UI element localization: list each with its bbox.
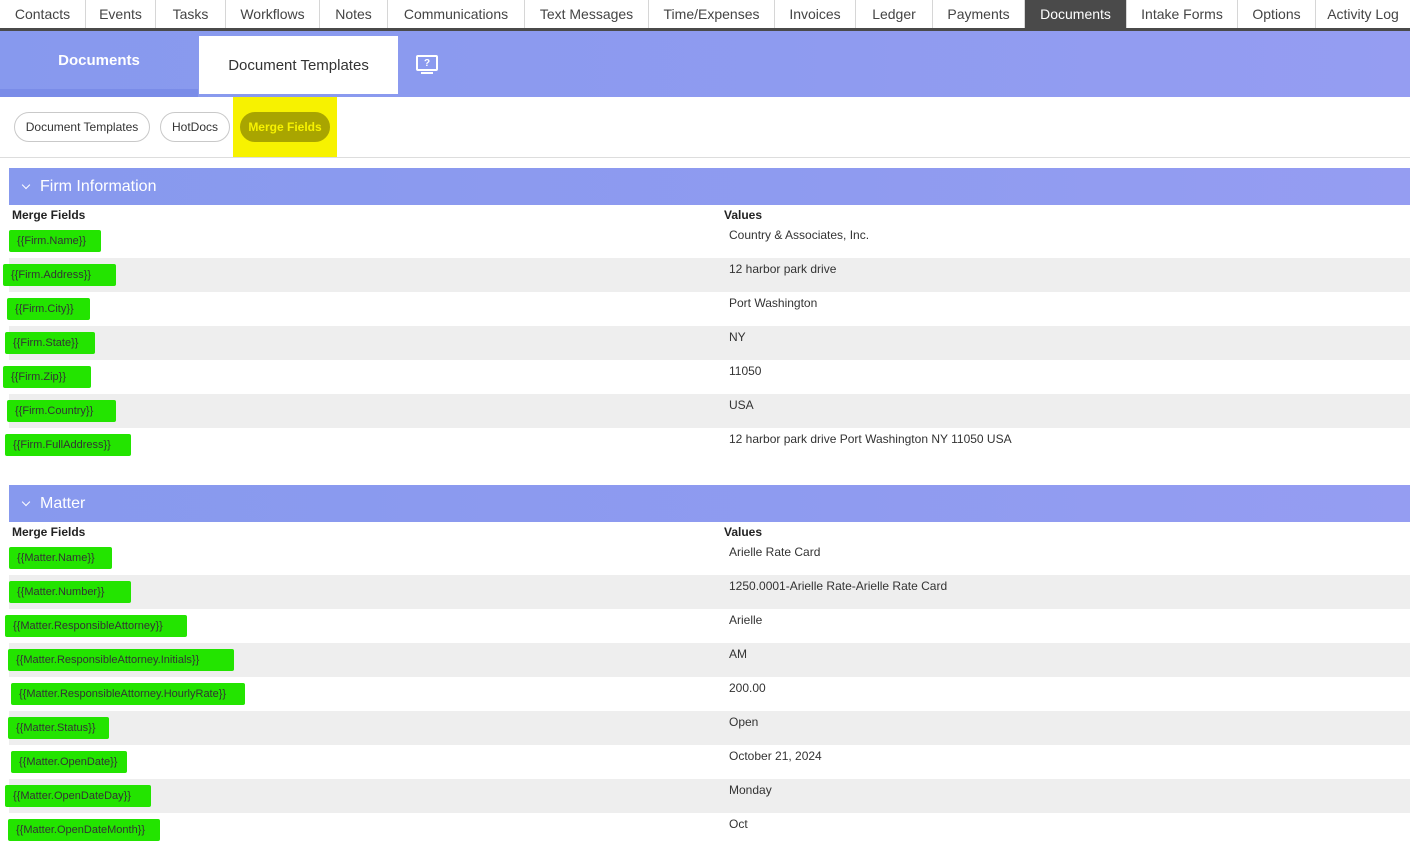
merge-fields-column-header: Merge Fields [12,525,86,539]
table-row: {{Matter.ResponsibleAttorney.HourlyRate}… [9,677,1410,711]
merge-field-value: Country & Associates, Inc. [729,228,870,242]
help-icon[interactable]: ? [416,55,438,74]
merge-field-token: {{Matter.ResponsibleAttorney}} [5,615,187,637]
merge-field-token: {{Firm.FullAddress}} [5,434,131,456]
tab-time-expenses[interactable]: Time/Expenses [649,0,775,28]
section-title: Firm Information [40,177,157,195]
table-row: {{Matter.OpenDateMonth}} Oct [8,813,1410,847]
merge-field-token: {{Firm.Zip}} [3,366,91,388]
merge-field-token: {{Matter.ResponsibleAttorney.HourlyRate}… [11,683,245,705]
tab-text-messages[interactable]: Text Messages [525,0,649,28]
merge-field-value: Oct [729,817,748,831]
merge-field-token: {{Matter.Number}} [9,581,131,603]
merge-field-value: AM [729,647,747,661]
table-row: {{Firm.Zip}} 11050 [3,360,1410,394]
chevron-down-icon [21,497,31,506]
values-column-header: Values [724,525,763,539]
merge-field-value: Monday [729,783,772,797]
merge-field-token: {{Matter.Name}} [9,547,112,569]
merge-field-token: {{Firm.Name}} [9,230,101,252]
merge-field-value: 200.00 [729,681,766,695]
tab-events[interactable]: Events [86,0,156,28]
merge-field-token: {{Firm.State}} [5,332,95,354]
tab-contacts[interactable]: Contacts [0,0,86,28]
tab-invoices[interactable]: Invoices [775,0,856,28]
chevron-down-icon [21,180,31,189]
document-templates-subtab[interactable]: Document Templates [199,36,398,94]
table-row: {{Firm.FullAddress}} 12 harbor park driv… [5,428,1410,484]
merge-field-value: 1250.0001-Arielle Rate-Arielle Rate Card [729,579,948,593]
table-row: {{Matter.ResponsibleAttorney}} Arielle [5,609,1410,643]
section-title: Matter [40,494,86,512]
tab-documents[interactable]: Documents [1025,0,1127,28]
merge-field-value: Open [729,715,759,729]
table-row: {{Matter.OpenDate}} October 21, 2024 [9,745,1410,779]
values-column-header: Values [724,208,763,222]
merge-field-value: 11050 [729,364,762,378]
merge-field-token: {{Matter.Status}} [8,717,109,739]
tab-payments[interactable]: Payments [933,0,1025,28]
table-row: {{Firm.Address}} 12 harbor park drive [3,258,1410,292]
merge-field-token: {{Matter.ResponsibleAttorney.Initials}} [8,649,234,671]
top-nav-tabs: Contacts Events Tasks Workflows Notes Co… [0,0,1410,31]
table-row: {{Matter.Status}} Open [8,711,1410,745]
table-row: {{Matter.Name}} Arielle Rate Card [9,541,1410,575]
documents-header-band: Documents Document Templates ? [0,31,1410,97]
tab-notes[interactable]: Notes [320,0,388,28]
merge-field-token: {{Firm.City}} [7,298,90,320]
merge-field-value: Arielle Rate Card [729,545,821,559]
firm-information-section-header[interactable]: Firm Information [9,168,1410,205]
merge-field-value: Port Washington [729,296,818,310]
matter-section-header[interactable]: Matter [9,485,1410,522]
tab-options[interactable]: Options [1238,0,1316,28]
template-type-bar: Document Templates HotDocs Merge Fields [0,97,1410,158]
merge-field-value: USA [729,398,754,412]
table-row: {{Matter.ResponsibleAttorney.Initials}} … [8,643,1410,677]
merge-field-value: NY [729,330,746,344]
documents-subtab[interactable]: Documents [0,31,198,89]
merge-field-token: {{Matter.OpenDateMonth}} [8,819,160,841]
tab-ledger[interactable]: Ledger [856,0,933,28]
merge-fields-column-header: Merge Fields [12,208,86,222]
hotdocs-button[interactable]: HotDocs [160,112,230,142]
merge-fields-button[interactable]: Merge Fields [240,112,330,142]
merge-field-value: October 21, 2024 [729,749,822,763]
merge-field-token: {{Matter.OpenDateDay}} [5,785,151,807]
merge-field-value: 12 harbor park drive Port Washington NY … [729,432,1012,446]
tab-intake-forms[interactable]: Intake Forms [1127,0,1238,28]
merge-field-value: Arielle [729,613,763,627]
merge-field-token: {{Matter.OpenDate}} [11,751,127,773]
table-row: {{Firm.Name}} Country & Associates, Inc. [9,224,1410,258]
merge-field-token: {{Firm.Address}} [3,264,116,286]
table-row: {{Matter.OpenDateDay}} Monday [5,779,1410,813]
merge-field-token: {{Firm.Country}} [7,400,116,422]
document-templates-button[interactable]: Document Templates [14,112,150,142]
tab-communications[interactable]: Communications [388,0,525,28]
tab-workflows[interactable]: Workflows [226,0,320,28]
tab-activity-log[interactable]: Activity Log [1316,0,1410,28]
merge-field-value: 12 harbor park drive [729,262,837,276]
tab-tasks[interactable]: Tasks [156,0,226,28]
table-row: {{Firm.Country}} USA [7,394,1410,428]
table-row: {{Firm.City}} Port Washington [7,292,1410,326]
documents-subtab-underline [0,89,198,97]
table-row: {{Matter.Number}} 1250.0001-Arielle Rate… [9,575,1410,609]
table-row: {{Firm.State}} NY [5,326,1410,360]
